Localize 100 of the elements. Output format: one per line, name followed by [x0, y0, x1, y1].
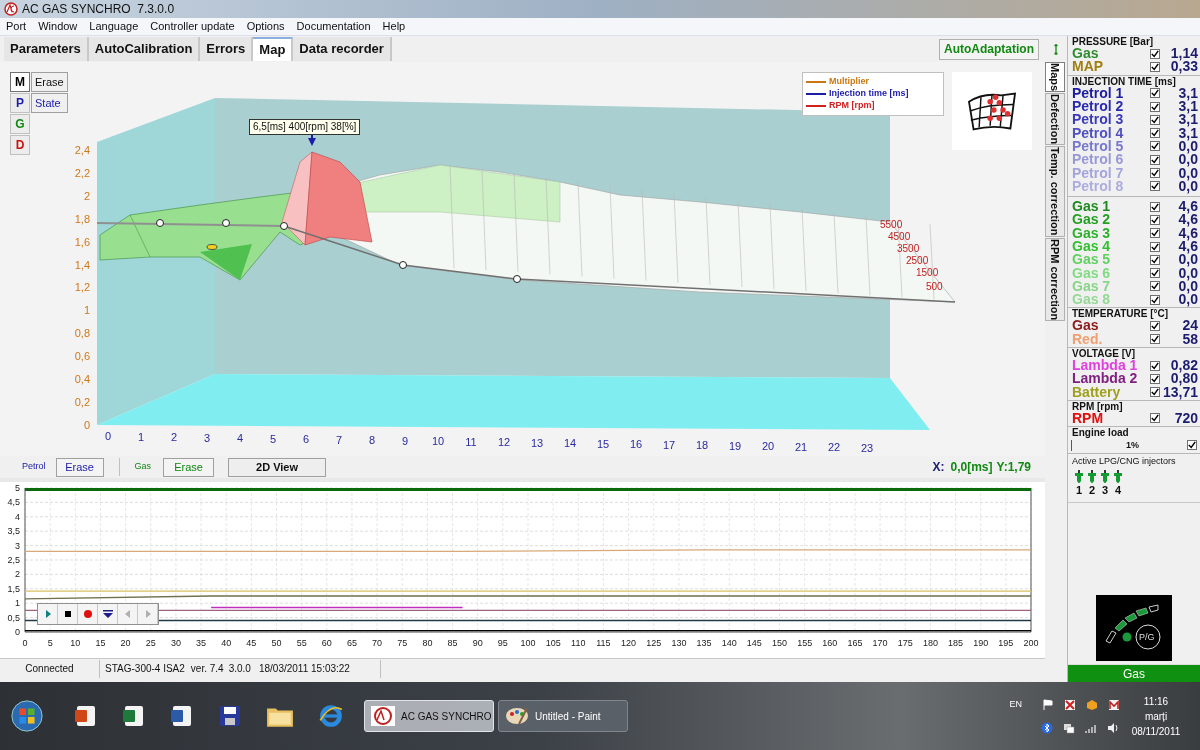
- axis-tick-label: 9: [401, 434, 409, 447]
- axis-tick-label: 3: [203, 431, 211, 444]
- reading-value: 1,14: [1169, 47, 1198, 61]
- side-tab[interactable]: RPM correction: [1045, 237, 1065, 321]
- menu-item[interactable]: Help: [376, 18, 412, 35]
- axis-tick-label: 50: [271, 638, 282, 648]
- state-button[interactable]: State: [31, 93, 68, 113]
- reading-label: Petrol 4: [1072, 126, 1125, 140]
- reading-value: 58: [1181, 332, 1198, 346]
- tab[interactable]: AutoCalibration: [88, 37, 201, 61]
- menu-item[interactable]: Options: [240, 18, 291, 35]
- axis-tick-label: 5: [269, 432, 277, 445]
- axis-tick-label: 15: [596, 437, 610, 450]
- axis-tick-label: 195: [998, 638, 1014, 648]
- reading-label: Lambda 2: [1072, 372, 1139, 386]
- clock-date[interactable]: 08/11/2011: [1131, 723, 1181, 739]
- taskbar-button[interactable]: AC GAS SYNCHRO: [364, 700, 494, 732]
- axis-tick-label: 15: [95, 638, 106, 648]
- axis-tick-label: 25: [145, 638, 156, 648]
- axis-tick-label: 12: [497, 436, 511, 448]
- mode-button[interactable]: D: [10, 135, 30, 155]
- legend-label: Multiplier: [829, 75, 869, 89]
- rpm-tick-label: 2500: [906, 255, 929, 266]
- reading-label: Gas 1: [1072, 200, 1112, 214]
- axis-tick-label: 0: [22, 638, 28, 648]
- menu-item[interactable]: Language: [83, 18, 145, 35]
- clock-day[interactable]: marți: [1144, 708, 1168, 724]
- axis-tick-label: 150: [772, 638, 787, 648]
- menu-item[interactable]: Controller update: [144, 18, 241, 35]
- reading-value: 720: [1173, 411, 1198, 425]
- fuel-switch[interactable]: P/G: [1096, 595, 1172, 661]
- rpm-tick-label: 1500: [916, 267, 939, 278]
- axis-tick-label: 20: [120, 638, 131, 648]
- erase-button[interactable]: Erase: [163, 457, 215, 477]
- version-text: ver. 7.4: [190, 662, 224, 676]
- side-tab[interactable]: Maps: [1045, 62, 1065, 93]
- axis-tick-label: 0,6: [74, 350, 90, 363]
- auto-adaptation-button[interactable]: AutoAdaptation: [939, 38, 1039, 60]
- tab[interactable]: Errors: [200, 37, 254, 61]
- axis-tick-label: 185: [948, 638, 964, 648]
- reading-value: 3,1: [1177, 113, 1198, 127]
- axis-tick-label: 160: [822, 638, 838, 648]
- taskbar-button[interactable]: Untitled - Paint: [498, 700, 628, 732]
- axis-tick-label: 21: [794, 440, 808, 453]
- axis-tick-label: 120: [621, 638, 637, 648]
- axis-tick-label: 155: [797, 638, 813, 648]
- side-tab[interactable]: Defection: [1045, 93, 1065, 146]
- section-title: RPM [rpm]: [1071, 400, 1124, 412]
- reading-label: RPM: [1072, 411, 1104, 425]
- tab[interactable]: Parameters: [4, 37, 89, 61]
- reading-label: Petrol 7: [1072, 166, 1125, 180]
- axis-tick-label: 2: [83, 189, 90, 202]
- mode-button[interactable]: M: [10, 72, 30, 92]
- clock-time[interactable]: 11:16: [1143, 693, 1169, 709]
- axis-tick-label: 125: [646, 638, 662, 648]
- reading-value: 3,1: [1177, 100, 1198, 114]
- legend-label: Injection time [ms]: [829, 87, 909, 101]
- reading-value: 13,71: [1161, 385, 1198, 399]
- menu-item[interactable]: Documentation: [290, 18, 377, 35]
- reading-value: 0,0: [1177, 279, 1198, 293]
- section-title: Engine load: [1071, 427, 1130, 440]
- mode-button[interactable]: G: [10, 114, 30, 134]
- erase-button[interactable]: Erase: [31, 72, 68, 92]
- reading-value: 4,6: [1177, 200, 1198, 214]
- y-label: Y:: [996, 459, 1008, 476]
- axis-tick-label: 23: [860, 441, 874, 454]
- reading-value: 0,82: [1169, 359, 1198, 373]
- language-indicator[interactable]: EN: [1009, 698, 1022, 712]
- axis-tick-label: 190: [973, 638, 989, 648]
- axis-tick-label: 2,2: [74, 166, 90, 179]
- reading-label: Gas 7: [1072, 279, 1112, 293]
- axis-tick-label: 60: [321, 638, 332, 648]
- erase-button[interactable]: Erase: [55, 457, 104, 477]
- side-tab[interactable]: Temp. correction: [1045, 146, 1065, 237]
- mode-button[interactable]: P: [10, 93, 30, 113]
- reading-value: 0,33: [1169, 60, 1198, 74]
- reading-value: 3,1: [1177, 86, 1198, 100]
- reading-label: Gas 5: [1072, 253, 1112, 267]
- menu-item[interactable]: Window: [32, 18, 84, 35]
- tab[interactable]: Data recorder: [293, 37, 392, 61]
- axis-tick-label: 0: [15, 627, 20, 637]
- axis-tick-label: 7: [335, 433, 343, 446]
- view-2d-button[interactable]: 2D View: [228, 457, 327, 477]
- reading-value: 0,0: [1177, 166, 1198, 180]
- axis-tick-label: 100: [520, 638, 536, 648]
- reading-label: Petrol 3: [1072, 113, 1125, 127]
- axis-tick-label: 65: [346, 638, 357, 648]
- reading-label: Battery: [1072, 385, 1122, 399]
- menu-item[interactable]: Port: [0, 18, 33, 35]
- axis-tick-label: 10: [70, 638, 81, 648]
- axis-tick-label: 0: [83, 418, 90, 431]
- axis-tick-label: 11: [465, 435, 477, 448]
- firmware-text: 3.0.0: [228, 662, 251, 676]
- tooltip: 6,5[ms] 400[rpm] 38[%]: [249, 119, 361, 135]
- reading-value: 4,6: [1177, 213, 1198, 227]
- device-name: STAG-300-4 ISA2: [105, 662, 185, 676]
- tab[interactable]: Map: [253, 37, 294, 61]
- axis-tick-label: 45: [246, 638, 257, 648]
- axis-tick-label: 1: [15, 598, 20, 609]
- axis-tick-label: 3,5: [7, 526, 20, 537]
